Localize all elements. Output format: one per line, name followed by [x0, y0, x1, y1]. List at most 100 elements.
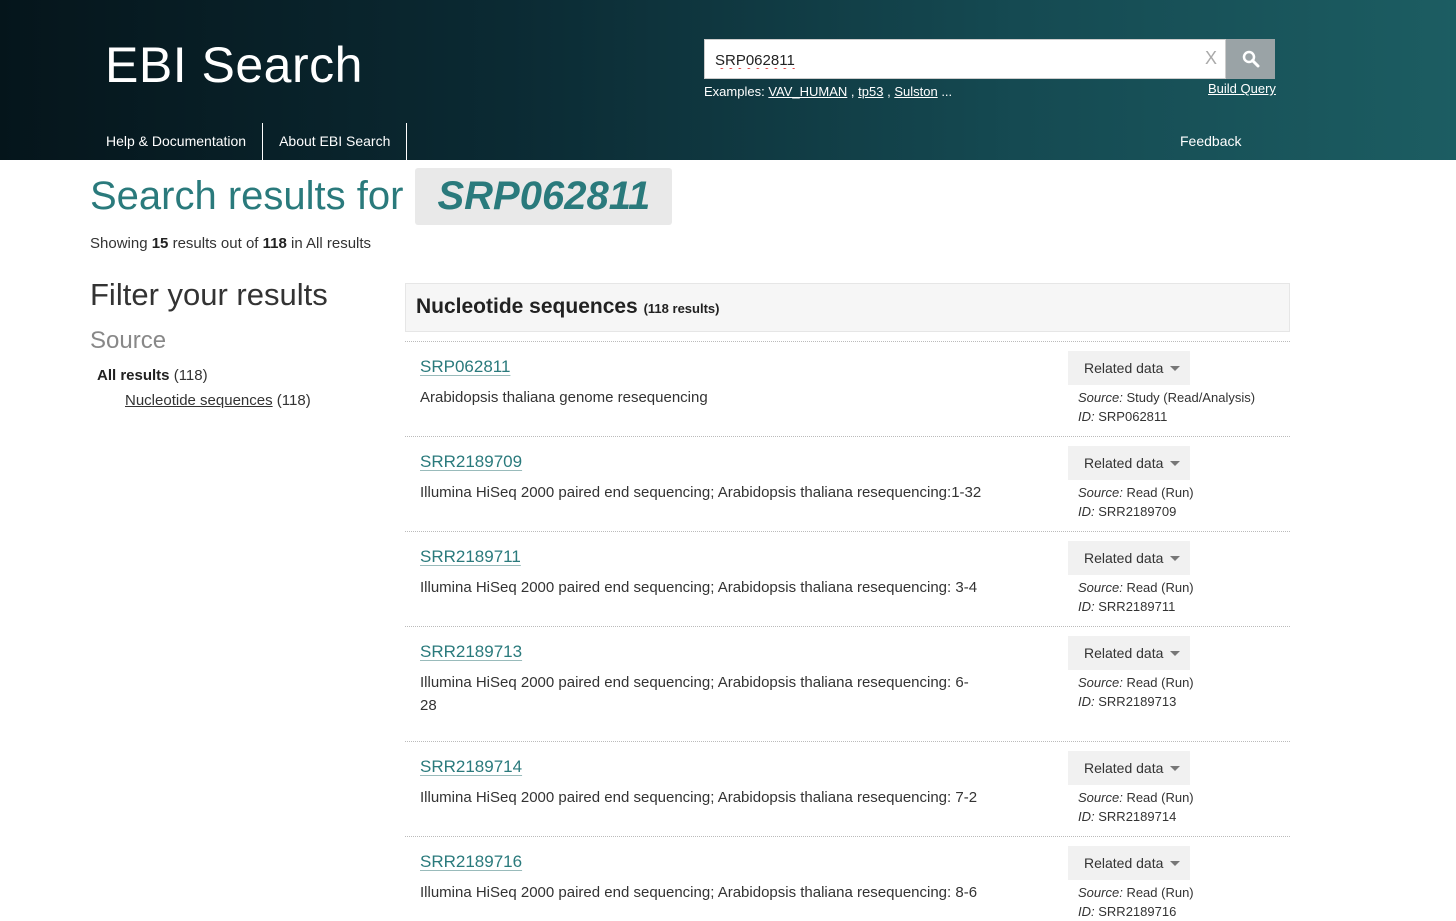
result-link[interactable]: SRR2189709 — [420, 452, 522, 472]
example-link[interactable]: Sulston — [894, 84, 937, 99]
facet-count: (118) — [276, 392, 311, 409]
result-meta: Source: Read (Run) ID: SRR2189709 — [1078, 483, 1194, 521]
result-description: Illumina HiSeq 2000 paired end sequencin… — [420, 674, 969, 714]
result-link[interactable]: SRR2189716 — [420, 852, 522, 872]
page-title: Search results for SRP062811 — [90, 168, 673, 225]
source-label: Source: — [1078, 885, 1123, 900]
source-value: Read (Run) — [1126, 790, 1194, 805]
main-nav: Help & Documentation About EBI Search — [90, 123, 408, 160]
feedback-link[interactable]: Feedback — [1180, 123, 1241, 160]
source-label: Source: — [1078, 485, 1123, 500]
list-item: SRR2189711 Illumina HiSeq 2000 paired en… — [405, 531, 1290, 626]
source-value: Study (Read/Analysis) — [1126, 390, 1256, 405]
related-data-button[interactable]: Related data — [1068, 846, 1190, 880]
search-input[interactable] — [713, 40, 1187, 80]
caret-down-icon — [1170, 766, 1180, 771]
results-panel-header: Nucleotide sequences (118 results) — [405, 283, 1290, 332]
id-value: SRR2189716 — [1098, 904, 1177, 919]
heading-prefix: Search results for — [90, 174, 404, 218]
id-label: ID: — [1078, 599, 1095, 614]
example-link[interactable]: VAV_HUMAN — [768, 84, 847, 99]
related-data-button[interactable]: Related data — [1068, 541, 1190, 575]
site-title[interactable]: EBI Search — [105, 36, 363, 94]
id-label: ID: — [1078, 694, 1095, 709]
source-value: Read (Run) — [1126, 675, 1194, 690]
id-label: ID: — [1078, 504, 1095, 519]
result-link[interactable]: SRR2189714 — [420, 757, 522, 777]
summary-text: in All results — [291, 235, 372, 252]
filter-title: Filter your results — [90, 277, 328, 312]
facet-count: (118) — [173, 367, 208, 384]
panel-title: Nucleotide sequences (118 results) — [416, 295, 719, 319]
caret-down-icon — [1170, 861, 1180, 866]
result-link[interactable]: SRR2189711 — [420, 547, 521, 567]
summary-total: 118 — [262, 235, 287, 252]
id-value: SRR2189713 — [1098, 694, 1177, 709]
id-label: ID: — [1078, 809, 1095, 824]
related-data-label: Related data — [1084, 455, 1164, 471]
example-link[interactable]: tp53 — [858, 84, 883, 99]
related-data-button[interactable]: Related data — [1068, 446, 1190, 480]
source-label: Source: — [1078, 790, 1123, 805]
panel-count: (118 results) — [643, 301, 720, 316]
result-list: SRP062811 Arabidopsis thaliana genome re… — [405, 341, 1290, 921]
search-icon — [1242, 50, 1259, 68]
summary-text: Showing — [90, 235, 148, 252]
related-data-label: Related data — [1084, 360, 1164, 376]
result-description: Illumina HiSeq 2000 paired end sequencin… — [420, 579, 978, 596]
source-facet-title: Source — [90, 327, 167, 354]
result-link[interactable]: SRR2189713 — [420, 642, 522, 662]
result-description: Illumina HiSeq 2000 paired end sequencin… — [420, 789, 978, 806]
result-meta: Source: Read (Run) ID: SRR2189713 — [1078, 673, 1194, 711]
caret-down-icon — [1170, 461, 1180, 466]
list-item: SRR2189709 Illumina HiSeq 2000 paired en… — [405, 436, 1290, 531]
query-chip: SRP062811 — [415, 168, 673, 225]
facet-link[interactable]: Nucleotide sequences — [125, 392, 273, 409]
result-meta: Source: Read (Run) ID: SRR2189714 — [1078, 788, 1194, 826]
related-data-label: Related data — [1084, 550, 1164, 566]
related-data-button[interactable]: Related data — [1068, 636, 1190, 670]
result-description: Arabidopsis thaliana genome resequencing — [420, 389, 708, 406]
search-button[interactable] — [1226, 39, 1275, 79]
id-value: SRR2189714 — [1098, 809, 1177, 824]
source-value: Read (Run) — [1126, 485, 1194, 500]
list-item: SRR2189716 Illumina HiSeq 2000 paired en… — [405, 836, 1290, 921]
list-item: SRR2189713 Illumina HiSeq 2000 paired en… — [405, 626, 1290, 741]
source-label: Source: — [1078, 580, 1123, 595]
caret-down-icon — [1170, 556, 1180, 561]
search-box: X — [704, 39, 1226, 80]
related-data-label: Related data — [1084, 760, 1164, 776]
id-value: SRR2189709 — [1098, 504, 1177, 519]
id-label: ID: — [1078, 904, 1095, 919]
facet-all-results[interactable]: All results (118) — [97, 367, 208, 384]
panel-title-text: Nucleotide sequences — [416, 295, 638, 318]
summary-count: 15 — [151, 235, 169, 252]
result-meta: Source: Read (Run) ID: SRR2189711 — [1078, 578, 1194, 616]
result-description: Illumina HiSeq 2000 paired end sequencin… — [420, 884, 978, 901]
related-data-label: Related data — [1084, 855, 1164, 871]
masthead: EBI Search X Examples: VAV_HUMAN , tp53 … — [0, 0, 1456, 160]
results-summary: Showing 15 results out of 118 in All res… — [90, 235, 371, 252]
build-query-link[interactable]: Build Query — [1208, 81, 1276, 96]
summary-text: results out of — [172, 235, 259, 252]
id-label: ID: — [1078, 409, 1095, 424]
search-examples: Examples: VAV_HUMAN , tp53 , Sulston ... — [704, 84, 953, 99]
examples-more: ... — [941, 84, 953, 99]
list-item: SRP062811 Arabidopsis thaliana genome re… — [405, 341, 1290, 436]
clear-search-button[interactable]: X — [1205, 48, 1217, 69]
source-value: Read (Run) — [1126, 580, 1194, 595]
related-data-button[interactable]: Related data — [1068, 351, 1190, 385]
id-value: SRP062811 — [1098, 409, 1168, 424]
result-link[interactable]: SRP062811 — [420, 357, 510, 377]
source-label: Source: — [1078, 390, 1123, 405]
related-data-label: Related data — [1084, 645, 1164, 661]
caret-down-icon — [1170, 366, 1180, 371]
related-data-button[interactable]: Related data — [1068, 751, 1190, 785]
caret-down-icon — [1170, 651, 1180, 656]
nav-help[interactable]: Help & Documentation — [90, 123, 264, 160]
list-item: SRR2189714 Illumina HiSeq 2000 paired en… — [405, 741, 1290, 836]
result-meta: Source: Read (Run) ID: SRR2189716 — [1078, 883, 1194, 921]
source-label: Source: — [1078, 675, 1123, 690]
source-value: Read (Run) — [1126, 885, 1194, 900]
nav-about[interactable]: About EBI Search — [263, 123, 408, 160]
